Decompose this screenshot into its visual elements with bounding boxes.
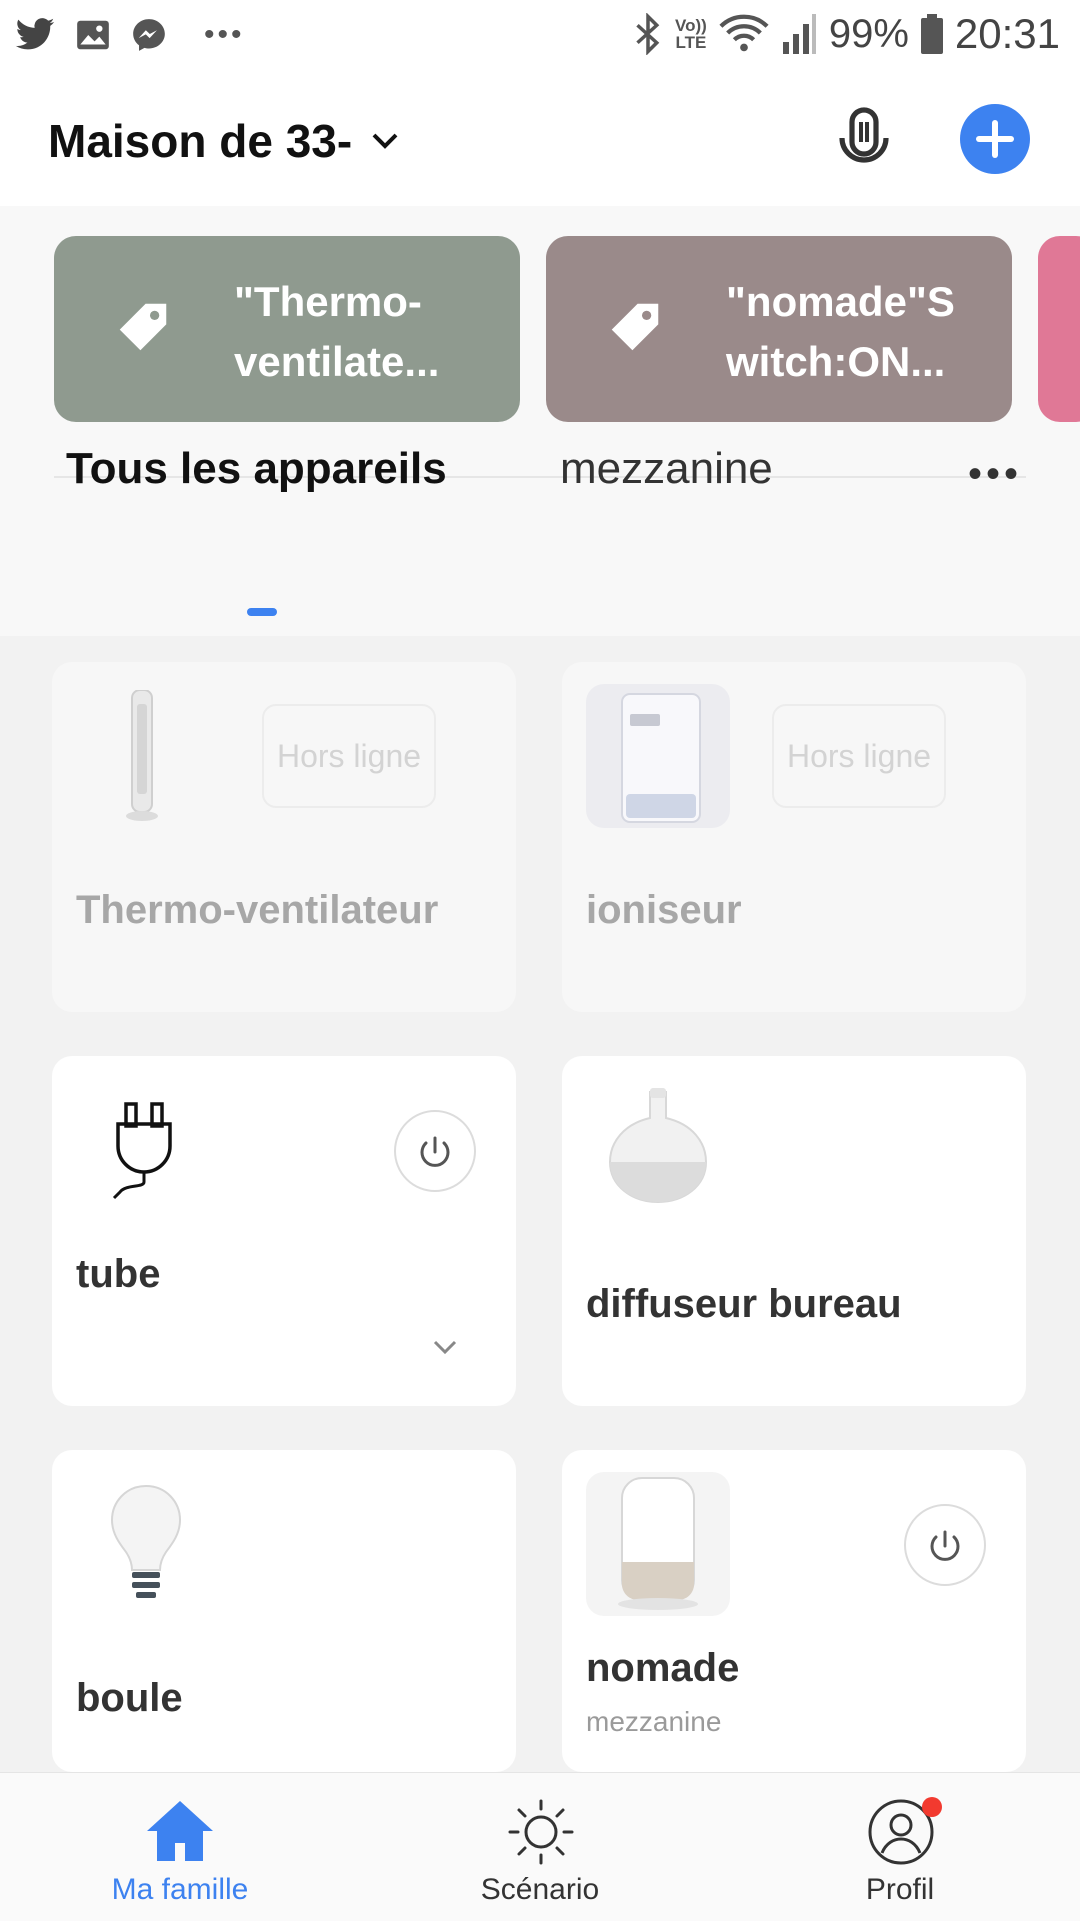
tower-heater-icon [126, 690, 158, 821]
power-icon [930, 1530, 960, 1561]
twitter-icon [15, 18, 55, 50]
air-purifier-icon [586, 684, 730, 828]
tabs-more-button[interactable]: ••• [968, 452, 1022, 497]
home-name: Maison de 33- [48, 115, 353, 167]
messenger-icon [133, 19, 165, 51]
device-card-nomade[interactable]: nomade mezzanine [562, 1450, 1026, 1772]
scene-label-line-1: "Thermo- [234, 278, 422, 325]
nav-profil[interactable]: Profil [780, 1773, 1020, 1921]
power-icon [420, 1136, 450, 1167]
diffuser-icon [608, 1088, 708, 1204]
light-bulb-icon [110, 1484, 182, 1598]
device-name: Thermo-ventilateur [76, 888, 439, 932]
device-name: nomade [586, 1646, 740, 1690]
notification-icons: ••• [14, 14, 245, 56]
power-toggle-button[interactable] [904, 1504, 986, 1586]
nav-label: Profil [865, 1873, 935, 1906]
volte-indicator: Vo)) LTE [675, 16, 707, 52]
voice-button[interactable] [834, 106, 894, 176]
tab-all-devices[interactable]: Tous les appareils [66, 444, 447, 494]
add-device-button[interactable] [960, 104, 1030, 174]
nav-ma-famille[interactable]: Ma famille [60, 1773, 300, 1921]
microphone-icon [839, 107, 889, 163]
nav-label: Scénario [480, 1873, 600, 1906]
scene-label-line-2: witch:ON... [726, 338, 946, 385]
sun-icon [508, 1799, 574, 1865]
tag-icon [611, 303, 659, 351]
scene-and-tabs-section: "Thermo- ventilate... "nomade"S witch:ON… [0, 206, 1080, 636]
battery-icon [920, 14, 943, 54]
speaker-diffuser-icon [586, 1472, 730, 1616]
active-tab-indicator [247, 608, 277, 616]
device-card-tube[interactable]: tube [52, 1056, 516, 1406]
scene-label-line-1: "nomade"S [726, 278, 955, 325]
device-card-diffuseur-bureau[interactable]: diffuseur bureau [562, 1056, 1026, 1406]
device-card-thermo-ventilateur[interactable]: Hors ligne Thermo-ventilateur [52, 662, 516, 1012]
chevron-down-icon[interactable] [432, 1338, 458, 1356]
device-card-ioniseur[interactable]: Hors ligne ioniseur [562, 662, 1026, 1012]
status-bar: ••• Vo)) LTE 99% 20:31 [0, 0, 1080, 76]
scene-card-nomade[interactable]: "nomade"S witch:ON... [546, 236, 1012, 422]
power-toggle-button[interactable] [394, 1110, 476, 1192]
offline-status-chip: Hors ligne [262, 704, 436, 808]
home-icon [147, 1801, 213, 1861]
gallery-icon [77, 20, 109, 50]
bottom-navigation: Ma famille Scénario Profil [0, 1772, 1080, 1921]
device-name: boule [76, 1676, 183, 1720]
scene-card-thermo[interactable]: "Thermo- ventilate... [54, 236, 520, 422]
wifi-icon [719, 14, 769, 52]
signal-icon [782, 14, 816, 54]
offline-status-chip: Hors ligne [772, 704, 946, 808]
battery-percentage: 99% [828, 11, 909, 56]
app-header: Maison de 33- [0, 76, 1080, 206]
device-name: ioniseur [586, 888, 742, 932]
clock: 20:31 [954, 10, 1060, 57]
add-icon [976, 120, 1014, 158]
nav-label: Ma famille [111, 1873, 249, 1906]
nav-scenario[interactable]: Scénario [420, 1773, 660, 1921]
device-name: tube [76, 1252, 161, 1296]
tag-icon [119, 303, 167, 351]
bluetooth-icon [636, 13, 660, 55]
home-selector[interactable]: Maison de 33- [48, 114, 400, 168]
device-card-boule[interactable]: boule [52, 1450, 516, 1772]
plug-icon [112, 1102, 172, 1200]
system-indicators: Vo)) LTE 99% 20:31 [633, 10, 1060, 58]
scene-card-partial[interactable] [1038, 236, 1080, 422]
more-icon: ••• [204, 18, 245, 51]
chevron-down-icon [372, 133, 398, 149]
tab-mezzanine[interactable]: mezzanine [560, 444, 773, 494]
device-room: mezzanine [586, 1706, 722, 1737]
scene-label-line-2: ventilate... [234, 338, 440, 385]
notification-badge [922, 1797, 942, 1817]
device-name: diffuseur bureau [586, 1282, 902, 1326]
